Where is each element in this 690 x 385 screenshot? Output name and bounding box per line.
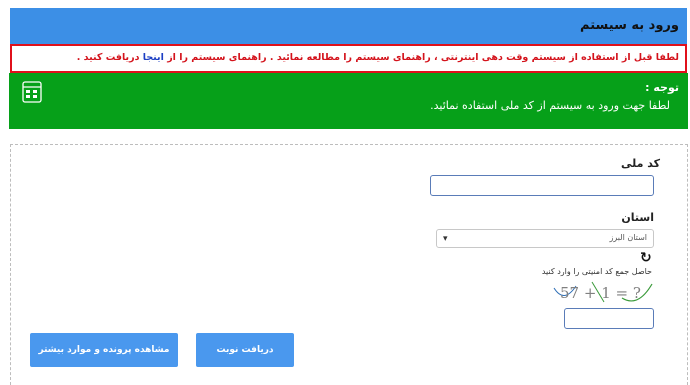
notice-body: لطفا جهت ورود به سیستم از کد ملی استفاده… [430,99,670,112]
captcha-text: 57 + 1 = ? [560,284,641,302]
captcha-input[interactable] [564,308,654,329]
guide-alert: لطفا قبل از استفاده از سیستم وقت دهی این… [10,44,687,73]
province-label: استان [621,211,654,224]
national-code-label: کد ملی [620,157,660,170]
province-select[interactable]: استان البرز ▾ [436,229,654,248]
view-records-button[interactable]: مشاهده پرونده و موارد بیشتر [30,333,178,367]
alert-suffix: دریافت کنید . [76,52,140,63]
get-appointment-button[interactable]: دریافت نوبت [196,333,294,367]
province-selected-value: استان البرز [609,233,647,242]
header-bar: ورود به سیستم [10,8,687,44]
captcha-image: 57 + 1 = ? [553,281,653,303]
refresh-captcha-icon[interactable]: ↻ [640,250,652,266]
guide-link[interactable]: اینجا [143,52,164,63]
national-code-input[interactable] [430,175,654,196]
notice-title: توجه : [645,81,679,94]
page-title: ورود به سیستم [580,18,679,33]
captcha-hint: حاصل جمع کد امنیتی را وارد کنید [541,267,652,276]
notice-panel: توجه : لطفا جهت ورود به سیستم از کد ملی … [9,73,688,129]
alert-prefix: لطفا قبل از استفاده از سیستم وقت دهی این… [167,52,679,63]
calculator-icon [22,81,42,103]
alert-text: لطفا قبل از استفاده از سیستم وقت دهی این… [77,52,679,63]
login-form: کد ملی استان استان البرز ▾ ↻ حاصل جمع کد… [10,144,688,385]
chevron-down-icon: ▾ [443,234,448,244]
